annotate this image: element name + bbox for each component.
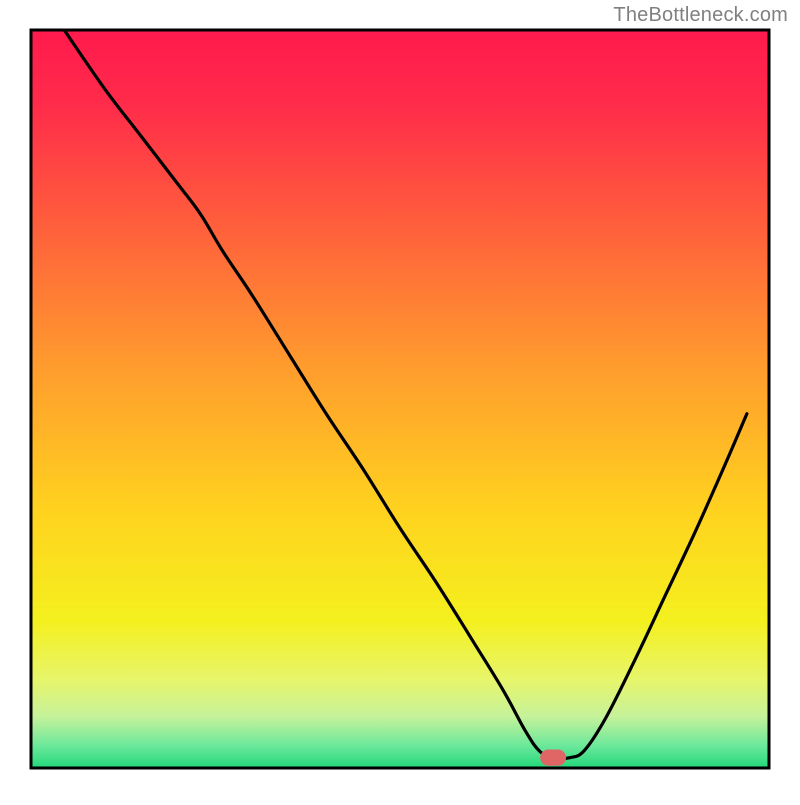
chart-svg xyxy=(0,0,800,800)
gradient-background xyxy=(31,30,769,768)
watermark-text: TheBottleneck.com xyxy=(613,4,788,27)
minimum-marker xyxy=(540,750,566,766)
chart-frame: TheBottleneck.com xyxy=(0,0,800,800)
